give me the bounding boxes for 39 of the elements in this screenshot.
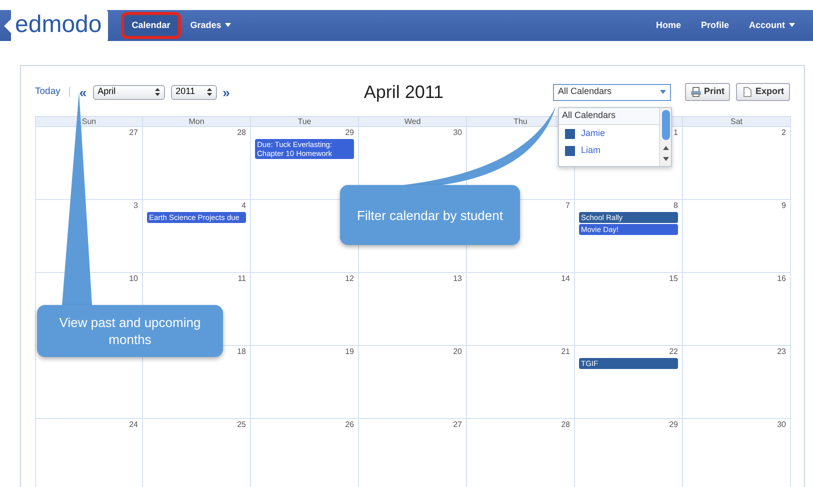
day-number: 23 (777, 347, 786, 357)
day-number: 24 (129, 420, 138, 430)
day-number: 27 (453, 420, 462, 430)
day-number: 19 (345, 347, 354, 357)
day-number: 22 (669, 347, 678, 357)
day-number: 2 (782, 128, 786, 138)
day-number: 3 (134, 201, 138, 211)
day-number: 1 (674, 128, 678, 138)
day-number: 8 (674, 201, 678, 211)
callout-tooltip: Filter calendar by student (340, 185, 520, 245)
day-number: 30 (453, 128, 462, 138)
day-number: 25 (237, 420, 246, 430)
day-number: 15 (669, 274, 678, 284)
day-number: 30 (777, 420, 786, 430)
day-number: 28 (237, 128, 246, 138)
day-number: 16 (777, 274, 786, 284)
weekday-header: Tue (251, 116, 359, 127)
day-number: 14 (561, 274, 570, 284)
day-number: 10 (129, 274, 138, 284)
day-number: 21 (561, 347, 570, 357)
day-number: 27 (129, 128, 138, 138)
day-number: 28 (561, 420, 570, 430)
day-number: 13 (453, 274, 462, 284)
day-number: 12 (345, 274, 354, 284)
weekday-header: Sat (683, 116, 791, 127)
day-number: 7 (566, 201, 570, 211)
weekday-header: Mon (143, 116, 251, 127)
day-number: 11 (238, 274, 246, 284)
callout-tooltip: View past and upcoming months (37, 305, 223, 357)
day-number: 29 (345, 128, 354, 138)
day-number: 4 (242, 201, 246, 211)
day-number: 9 (782, 201, 786, 211)
weekday-header: Wed (359, 116, 467, 127)
day-number: 18 (237, 347, 246, 357)
day-number: 26 (345, 420, 354, 430)
calendar-title: April 2011 (364, 80, 444, 104)
day-number: 29 (669, 420, 678, 430)
weekday-header: Sun (35, 116, 143, 127)
day-number: 20 (453, 347, 462, 357)
